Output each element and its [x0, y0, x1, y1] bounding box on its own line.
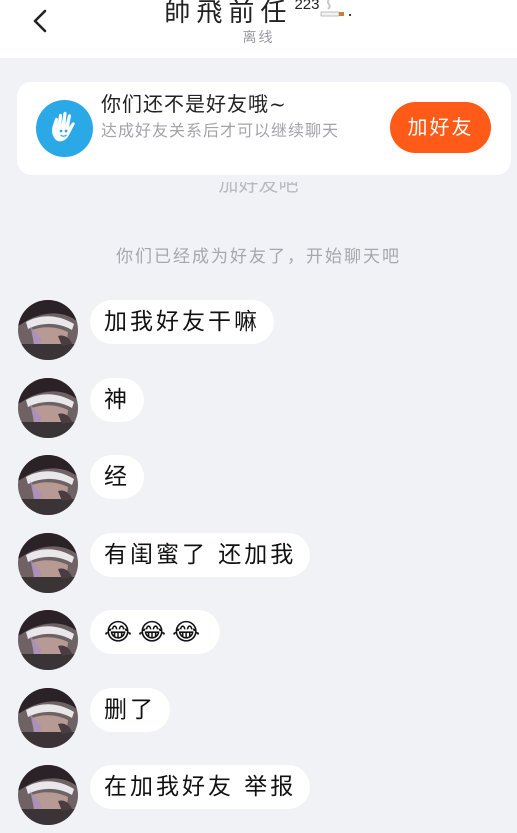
avatar[interactable]: [18, 378, 78, 438]
avatar[interactable]: [18, 688, 78, 748]
chat-title: 帥飛前任 223 .: [0, 0, 517, 29]
message-bubble[interactable]: 经: [90, 455, 144, 499]
avatar[interactable]: [18, 610, 78, 670]
hand-wave-icon: [36, 100, 93, 157]
chat-header: 帥飛前任 223 . 离线: [0, 0, 517, 58]
avatar[interactable]: [18, 765, 78, 825]
avatar[interactable]: [18, 300, 78, 360]
banner-description: 达成好友关系后才可以继续聊天: [101, 121, 340, 140]
title-trailing: .: [347, 1, 353, 20]
message-bubble[interactable]: 有闺蜜了 还加我: [90, 533, 311, 577]
add-friend-button[interactable]: 加好友: [390, 102, 491, 153]
message-bubble[interactable]: 加我好友干嘛: [90, 300, 274, 344]
message-bubble[interactable]: 在加我好友 举报: [90, 765, 311, 809]
system-message-partial: 加好友吧: [218, 182, 299, 196]
system-message: 你们已经成为好友了，开始聊天吧: [116, 247, 401, 267]
message-bubble[interactable]: 😂😂😂: [90, 610, 221, 654]
contact-name: 帥飛前任: [164, 0, 293, 28]
message-bubble[interactable]: 神: [90, 378, 144, 422]
avatar[interactable]: [18, 455, 78, 515]
cigarette-emoji-icon: [319, 0, 347, 20]
message-bubble[interactable]: 删了: [90, 688, 170, 732]
avatar[interactable]: [18, 533, 78, 593]
online-status: 离线: [242, 30, 275, 46]
banner-title: 你们还不是好友哦~: [101, 92, 287, 116]
title-count: 223: [294, 0, 320, 13]
add-friend-banner: 你们还不是好友哦~ 达成好友关系后才可以继续聊天 加好友: [17, 82, 511, 175]
